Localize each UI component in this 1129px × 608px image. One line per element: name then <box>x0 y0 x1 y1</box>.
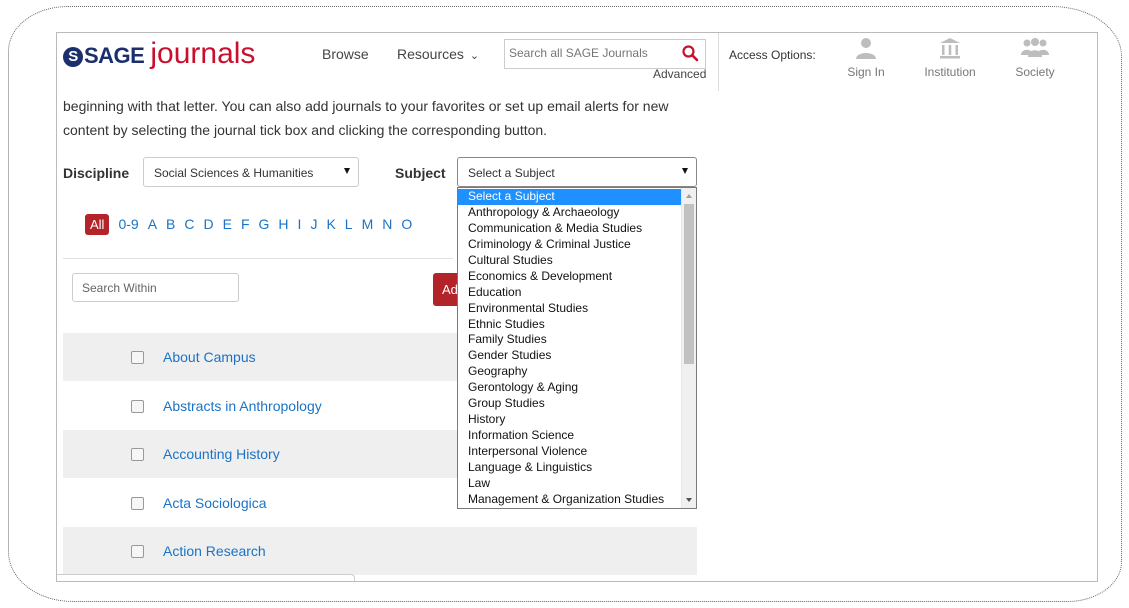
journal-title-link[interactable]: Abstracts in Anthropology <box>163 398 322 414</box>
sign-in-button[interactable]: Sign In <box>836 37 896 79</box>
divider <box>63 258 453 259</box>
logo-journals-text: journals <box>150 37 256 70</box>
site-header: SSAGE journals Browse Resources ⌄ Advance… <box>57 33 1097 91</box>
scroll-down-arrow-icon[interactable] <box>686 498 692 502</box>
dropdown-arrow-icon <box>344 168 350 174</box>
subject-option[interactable]: Information Science <box>458 428 682 444</box>
advanced-search-link[interactable]: Advanced <box>653 67 706 81</box>
scroll-thumb[interactable] <box>684 204 694 364</box>
subject-dropdown-list[interactable]: Select a Subject Anthropology & Archaeolo… <box>457 187 697 509</box>
alpha-letter-k[interactable]: K <box>326 216 335 232</box>
subject-option[interactable]: Environmental Studies <box>458 301 682 317</box>
journal-checkbox[interactable] <box>131 350 144 364</box>
subject-option[interactable]: Language & Linguistics <box>458 460 682 476</box>
subject-select[interactable]: Select a Subject <box>457 157 697 187</box>
scroll-up-arrow-icon[interactable] <box>686 194 692 198</box>
subject-option[interactable]: Cultural Studies <box>458 253 682 269</box>
alpha-letter-n[interactable]: N <box>382 216 392 232</box>
chevron-down-icon: ⌄ <box>469 50 480 62</box>
subject-label: Subject <box>395 165 446 181</box>
institution-label: Institution <box>924 65 976 79</box>
alpha-letter-j[interactable]: J <box>310 216 317 232</box>
journal-title-link[interactable]: Acta Sociologica <box>163 495 267 511</box>
alphabet-filter: All 0-9 A B C D E F G H I J K L M N O <box>85 213 421 235</box>
subject-option[interactable]: Select a Subject <box>458 189 682 205</box>
alpha-letter-g[interactable]: G <box>259 216 270 232</box>
journal-title-link[interactable]: Accounting History <box>163 446 280 462</box>
group-icon <box>1021 38 1049 57</box>
intro-line-2: content by selecting the journal tick bo… <box>63 122 548 138</box>
institution-button[interactable]: Institution <box>920 37 980 79</box>
discipline-label: Discipline <box>63 165 130 181</box>
society-label: Society <box>1015 65 1055 79</box>
subject-options: Select a Subject Anthropology & Archaeolo… <box>458 189 682 508</box>
alpha-letter-e[interactable]: E <box>223 216 232 232</box>
add-button-label: Ad <box>442 282 458 297</box>
subject-option[interactable]: Family Studies <box>458 332 682 348</box>
institution-icon <box>940 38 960 59</box>
logo-s-circle: S <box>63 47 83 67</box>
alpha-letter-h[interactable]: H <box>278 216 288 232</box>
access-options: Access Options: Sign In Institution Soci… <box>718 33 1097 91</box>
site-search <box>504 39 706 69</box>
search-icon[interactable] <box>681 44 699 62</box>
alpha-letter-0-9[interactable]: 0-9 <box>118 216 138 232</box>
search-within-placeholder: Search Within <box>82 281 157 295</box>
intro-text: beginning with that letter. You can also… <box>63 94 703 142</box>
society-button[interactable]: Society <box>1005 37 1065 79</box>
subject-option[interactable]: Gerontology & Aging <box>458 380 682 396</box>
nav-browse[interactable]: Browse <box>322 46 369 62</box>
journal-checkbox[interactable] <box>131 447 144 461</box>
journal-row: Action Research <box>63 527 697 575</box>
alpha-letter-b[interactable]: B <box>166 216 175 232</box>
alpha-all-button[interactable]: All <box>85 213 110 235</box>
journal-title-link[interactable]: Action Research <box>163 543 266 559</box>
subject-option[interactable]: Group Studies <box>458 396 682 412</box>
alpha-letter-f[interactable]: F <box>241 216 250 232</box>
subject-value: Select a Subject <box>468 166 555 180</box>
subject-option[interactable]: Gender Studies <box>458 348 682 364</box>
sign-in-label: Sign In <box>847 65 885 79</box>
person-icon <box>856 38 876 59</box>
bottom-panel-edge <box>57 574 355 581</box>
logo-sage-text: SAGE <box>84 43 145 68</box>
nav-resources-label: Resources <box>397 46 464 62</box>
logo-mark: S SAGE <box>63 43 145 69</box>
subject-option[interactable]: History <box>458 412 682 428</box>
subject-option[interactable]: Criminology & Criminal Justice <box>458 237 682 253</box>
search-input[interactable] <box>505 40 675 66</box>
alpha-letter-i[interactable]: I <box>298 216 302 232</box>
alpha-letter-o[interactable]: O <box>401 216 412 232</box>
subject-option[interactable]: Geography <box>458 364 682 380</box>
alpha-letter-c[interactable]: C <box>184 216 194 232</box>
journal-checkbox[interactable] <box>131 399 144 413</box>
intro-line-1: beginning with that letter. You can also… <box>63 98 669 114</box>
subject-option[interactable]: Economics & Development <box>458 269 682 285</box>
access-options-label: Access Options: <box>729 48 816 62</box>
alpha-letter-m[interactable]: M <box>362 216 374 232</box>
browser-window: SSAGE journals Browse Resources ⌄ Advance… <box>56 32 1098 582</box>
nav-resources[interactable]: Resources ⌄ <box>397 46 479 62</box>
subject-option[interactable]: Management & Organization Studies <box>458 492 682 508</box>
subject-option[interactable]: Education <box>458 285 682 301</box>
dropdown-arrow-icon <box>682 168 688 174</box>
search-within-input[interactable]: Search Within <box>72 273 239 302</box>
discipline-value: Social Sciences & Humanities <box>154 166 314 180</box>
alpha-letter-d[interactable]: D <box>204 216 214 232</box>
dropdown-scrollbar[interactable] <box>681 188 696 508</box>
subject-option[interactable]: Interpersonal Violence <box>458 444 682 460</box>
subject-option[interactable]: Law <box>458 476 682 492</box>
journal-title-link[interactable]: About Campus <box>163 349 256 365</box>
sage-journals-logo[interactable]: S SAGE journals <box>63 37 255 70</box>
subject-option[interactable]: Anthropology & Archaeology <box>458 205 682 221</box>
journal-checkbox[interactable] <box>131 496 144 510</box>
discipline-select[interactable]: Social Sciences & Humanities <box>143 157 359 187</box>
alpha-letter-l[interactable]: L <box>345 216 353 232</box>
alpha-letter-a[interactable]: A <box>148 216 157 232</box>
subject-option[interactable]: Ethnic Studies <box>458 317 682 333</box>
alpha-letters: 0-9 A B C D E F G H I J K L M N O <box>118 216 421 232</box>
subject-option[interactable]: Communication & Media Studies <box>458 221 682 237</box>
journal-checkbox[interactable] <box>131 544 144 558</box>
